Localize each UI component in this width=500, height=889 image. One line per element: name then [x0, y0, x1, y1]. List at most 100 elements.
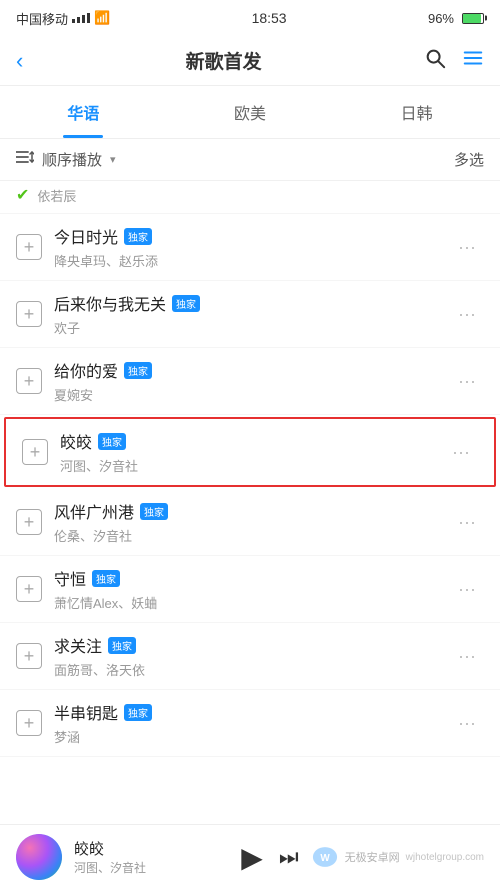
player-avatar[interactable]: [16, 834, 62, 880]
player-info: 皎皎 河图、汐音社: [74, 838, 229, 876]
song-info: 求关注 独家 面筋哥、洛天依: [54, 633, 450, 679]
page-title: 新歌首发: [23, 47, 424, 74]
add-song-button[interactable]: +: [16, 368, 42, 394]
tab-bar: 华语 欧美 日韩: [0, 86, 500, 139]
exclusive-badge: 独家: [172, 295, 200, 312]
song-artist: 面筋哥、洛天依: [54, 660, 450, 679]
play-button[interactable]: ▶: [241, 841, 263, 874]
song-artist: 夏婉安: [54, 385, 450, 404]
add-song-button[interactable]: +: [16, 234, 42, 260]
status-bar: 中国移动 📶 18:53 96%: [0, 0, 500, 36]
more-options-button[interactable]: ···: [450, 709, 484, 738]
song-info: 后来你与我无关 独家 欢子: [54, 291, 450, 337]
sort-icon: [16, 150, 34, 169]
song-title-row: 风伴广州港 独家: [54, 499, 450, 523]
song-list: + 今日时光 独家 降央卓玛、赵乐添 ··· + 后来你与我无关 独家 欢子 ·…: [0, 214, 500, 757]
more-options-button[interactable]: ···: [450, 233, 484, 262]
song-artist: 欢子: [54, 318, 450, 337]
add-song-button[interactable]: +: [16, 509, 42, 535]
svg-text:W: W: [320, 853, 330, 864]
song-artist: 萧忆情Alex、妖蛐: [54, 593, 450, 612]
add-song-button[interactable]: +: [16, 643, 42, 669]
exclusive-badge: 独家: [108, 637, 136, 654]
song-item[interactable]: + 风伴广州港 独家 伦桑、汐音社 ···: [0, 489, 500, 556]
song-title-row: 后来你与我无关 独家: [54, 291, 450, 315]
status-carrier: 中国移动 📶: [16, 9, 110, 28]
song-title: 风伴广州港: [54, 499, 134, 523]
song-item[interactable]: + 半串钥匙 独家 梦涵 ···: [0, 690, 500, 757]
song-item[interactable]: + 后来你与我无关 独家 欢子 ···: [0, 281, 500, 348]
add-song-button[interactable]: +: [16, 576, 42, 602]
song-title: 半串钥匙: [54, 700, 118, 724]
song-title: 给你的爱: [54, 358, 118, 382]
back-button[interactable]: ‹: [16, 48, 23, 74]
search-icon[interactable]: [424, 47, 446, 75]
status-battery: 96%: [428, 11, 484, 26]
tab-western[interactable]: 欧美: [167, 86, 334, 138]
song-title: 皎皎: [60, 429, 92, 453]
more-options-button[interactable]: ···: [444, 438, 478, 467]
bottom-player: 皎皎 河图、汐音社 ▶ ⏭ W 无极安卓网 wjhotelgroup.com: [0, 824, 500, 889]
menu-icon[interactable]: [462, 47, 484, 75]
header-left: ‹: [16, 48, 23, 74]
sort-label: 顺序播放: [42, 149, 102, 170]
more-options-button[interactable]: ···: [450, 300, 484, 329]
exclusive-badge: 独家: [124, 228, 152, 245]
verified-icon: ✔: [16, 185, 29, 205]
song-title-row: 皎皎 独家: [60, 429, 444, 453]
exclusive-badge: 独家: [92, 570, 120, 587]
toolbar: 顺序播放 ▾ 多选: [0, 139, 500, 181]
song-info: 半串钥匙 独家 梦涵: [54, 700, 450, 746]
header: ‹ 新歌首发: [0, 36, 500, 86]
song-item[interactable]: + 今日时光 独家 降央卓玛、赵乐添 ···: [0, 214, 500, 281]
multiselect-button[interactable]: 多选: [454, 149, 484, 170]
song-item[interactable]: + 求关注 独家 面筋哥、洛天依 ···: [0, 623, 500, 690]
more-options-button[interactable]: ···: [450, 642, 484, 671]
add-song-button[interactable]: +: [16, 710, 42, 736]
battery-percent: 96%: [428, 11, 454, 26]
exclusive-badge: 独家: [124, 362, 152, 379]
song-title-row: 求关注 独家: [54, 633, 450, 657]
watermark-text: 无极安卓网: [345, 849, 400, 865]
more-options-button[interactable]: ···: [450, 508, 484, 537]
song-info: 给你的爱 独家 夏婉安: [54, 358, 450, 404]
add-song-button[interactable]: +: [22, 439, 48, 465]
tab-chinese[interactable]: 华语: [0, 86, 167, 138]
next-button[interactable]: ⏭: [279, 844, 299, 870]
song-info: 风伴广州港 独家 伦桑、汐音社: [54, 499, 450, 545]
verified-artist-row: ✔ 依若辰: [0, 181, 500, 214]
song-info: 今日时光 独家 降央卓玛、赵乐添: [54, 224, 450, 270]
add-song-button[interactable]: +: [16, 301, 42, 327]
watermark-url: wjhotelgroup.com: [406, 852, 484, 863]
song-artist: 梦涵: [54, 727, 450, 746]
exclusive-badge: 独家: [98, 433, 126, 450]
status-time: 18:53: [252, 10, 287, 26]
exclusive-badge: 独家: [124, 704, 152, 721]
more-options-button[interactable]: ···: [450, 575, 484, 604]
song-title: 求关注: [54, 633, 102, 657]
sort-controls[interactable]: 顺序播放 ▾: [16, 149, 116, 170]
tab-jpkr[interactable]: 日韩: [333, 86, 500, 138]
song-title: 后来你与我无关: [54, 291, 166, 315]
song-artist: 伦桑、汐音社: [54, 526, 450, 545]
song-item[interactable]: + 守恒 独家 萧忆情Alex、妖蛐 ···: [0, 556, 500, 623]
song-title: 守恒: [54, 566, 86, 590]
song-item[interactable]: + 给你的爱 独家 夏婉安 ···: [0, 348, 500, 415]
battery-icon: [462, 13, 484, 24]
more-options-button[interactable]: ···: [450, 367, 484, 396]
player-artist: 河图、汐音社: [74, 859, 229, 876]
dropdown-arrow-icon: ▾: [110, 153, 116, 166]
song-item[interactable]: + 皎皎 独家 河图、汐音社 ···: [4, 417, 496, 487]
player-controls: ▶ ⏭: [241, 841, 298, 874]
player-title: 皎皎: [74, 838, 229, 859]
song-info: 守恒 独家 萧忆情Alex、妖蛐: [54, 566, 450, 612]
song-title-row: 给你的爱 独家: [54, 358, 450, 382]
song-title: 今日时光: [54, 224, 118, 248]
wifi-icon: 📶: [94, 10, 110, 26]
song-info: 皎皎 独家 河图、汐音社: [60, 429, 444, 475]
header-right: [424, 47, 484, 75]
signal-icon: [72, 13, 90, 23]
exclusive-badge: 独家: [140, 503, 168, 520]
watermark-logo-icon: W: [311, 846, 339, 868]
song-title-row: 半串钥匙 独家: [54, 700, 450, 724]
